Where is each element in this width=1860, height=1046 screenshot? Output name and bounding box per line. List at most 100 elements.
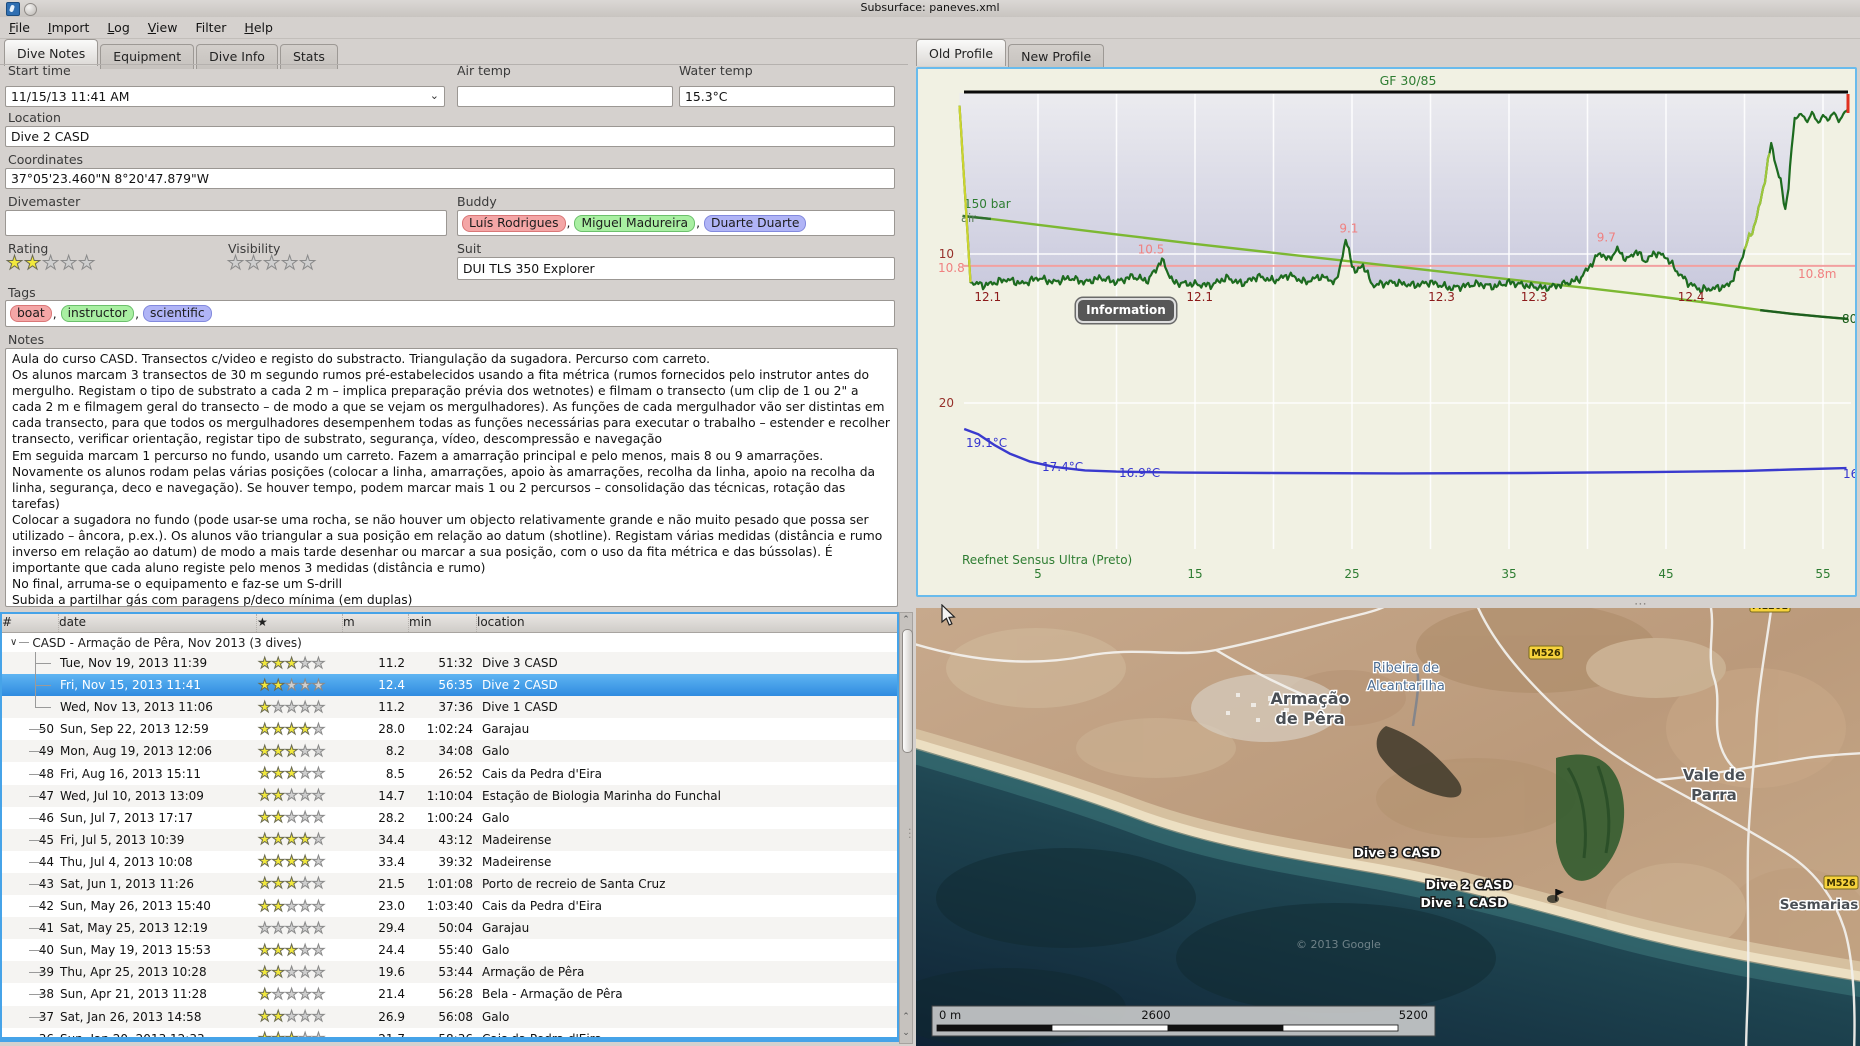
dive-depth: 28.0 (378, 722, 405, 737)
dive-date: Tue, Nov 19, 2013 11:39 (60, 656, 208, 671)
dive-duration: 56:28 (438, 987, 473, 1002)
tab-equipment[interactable]: Equipment (100, 44, 195, 69)
tags-input[interactable]: boat, instructor, scientific (5, 300, 895, 327)
vertical-splitter-handle[interactable]: · · · (908, 824, 912, 843)
tag-pill[interactable]: boat (10, 305, 52, 322)
dive-list-header[interactable]: # date ★ m min location (2, 614, 897, 633)
title-bar[interactable]: Subsurface: paneves.xml (0, 0, 1860, 17)
scroll-down-icon[interactable]: ⌄ (901, 1027, 911, 1040)
table-row[interactable]: 44 Thu, Jul 4, 2013 10:08 ★★★★★ 33.4 39:32 Ma… (2, 851, 897, 873)
table-row[interactable]: 46 Sun, Jul 7, 2013 17:17 ★★★★★ 28.2 1:00:24… (2, 807, 897, 829)
tab-dive-info[interactable]: Dive Info (196, 44, 278, 69)
table-row[interactable]: 41 Sat, May 25, 2013 12:19 ★★★★★ 29.4 50:04 G… (2, 917, 897, 940)
table-row[interactable]: 37 Sat, Jan 26, 2013 14:58 ★★★★★ 26.9 56:08 G… (2, 1005, 897, 1028)
start-time-input[interactable] (5, 86, 445, 107)
menu-item-log[interactable]: Log (98, 17, 138, 35)
table-row[interactable]: 42 Sun, May 26, 2013 15:40 ★★★★★ 23.0 1:03:4… (2, 895, 897, 917)
table-row-selected[interactable]: Fri, Nov 15, 2013 11:41 ★★★★★ 12.4 56:35 Div… (2, 674, 897, 697)
buddy-pill[interactable]: Duarte Duarte (704, 214, 807, 232)
table-row[interactable]: Wed, Nov 13, 2013 11:06 ★★★★★ 11.2 37:36 Div… (2, 696, 897, 719)
place-label: Armação (1270, 689, 1349, 708)
dive-trip-group-row[interactable]: ∨ CASD - Armação de Pêra, Nov 2013 (3 div… (2, 633, 897, 652)
time-axis-tick: 15 (1187, 567, 1202, 581)
notes-textarea[interactable]: Aula do curso CASD. Transectos c/video e… (5, 348, 898, 607)
scroll-up2-icon[interactable]: ⌃ (901, 1011, 911, 1024)
rating-stars[interactable]: ★★★★★ (5, 253, 96, 273)
suit-input[interactable] (457, 257, 895, 280)
tab-dive-notes[interactable]: Dive Notes (4, 39, 99, 66)
table-row[interactable]: 36 Sun, Jan 20, 2013 12:33 ★★★★★ 21.7 58:36 C… (2, 1028, 897, 1042)
buddy-pill[interactable]: Luís Rodrigues (462, 214, 566, 232)
time-axis-tick: 25 (1344, 567, 1359, 581)
dive-rating: ★★★★★ (257, 653, 326, 672)
table-row[interactable]: 45 Fri, Jul 5, 2013 10:39 ★★★★★ 34.4 43:12 Ma… (2, 828, 897, 851)
dive-depth: 8.2 (385, 744, 405, 759)
tag-pill[interactable]: instructor (60, 305, 135, 322)
buddy-pill[interactable]: Miguel Madureira (574, 214, 696, 232)
coordinates-input[interactable] (5, 168, 895, 189)
dive-location: Galo (482, 810, 510, 825)
map-watermark: © 2013 Google (1296, 938, 1381, 951)
table-row[interactable]: Tue, Nov 19, 2013 11:39 ★★★★★ 11.2 51:32 Div… (2, 652, 897, 675)
table-row[interactable]: 48 Fri, Aug 16, 2013 15:11 ★★★★★ 8.5 26:52 Ca… (2, 762, 897, 784)
comma: , (135, 306, 139, 321)
dive-profile-chart: 10.8 10.8m 150 barair 80 19.1°C 17.4°C 16.9°C 1… (938, 73, 1855, 581)
max-depth-annotation: 12.3 (1428, 290, 1455, 304)
menu-bar: File Import Log View Filter Help (0, 17, 1860, 39)
table-row[interactable]: 40 Sun, May 19, 2013 15:53 ★★★★★ 24.4 55:40 G… (2, 939, 897, 961)
place-label: de Pêra (1275, 709, 1344, 728)
road-shield: M1261 (1749, 608, 1791, 613)
dive-location: Galo (482, 1009, 510, 1024)
map-panel[interactable]: Armação de Pêra Ribeira de Alcantarilha Vale… (916, 608, 1860, 1046)
visibility-stars[interactable]: ★★★★★ (226, 253, 317, 273)
dive-profile-panel[interactable]: 10.8 10.8m 150 barair 80 19.1°C 17.4°C 16.9°C 1… (916, 67, 1857, 597)
table-row[interactable]: 39 Thu, Apr 25, 2013 10:28 ★★★★★ 19.6 53:44 A… (2, 961, 897, 984)
column-header-m[interactable]: m (342, 614, 408, 632)
menu-item-file[interactable]: File (0, 17, 39, 35)
divemaster-input[interactable] (5, 210, 447, 236)
table-row[interactable]: 38 Sun, Apr 21, 2013 11:28 ★★★★★ 21.4 56:28 B… (2, 983, 897, 1005)
scrollbar-thumb[interactable] (901, 629, 913, 753)
menu-item-import[interactable]: Import (39, 17, 99, 35)
tab-stats[interactable]: Stats (279, 44, 338, 69)
dive-rating: ★★★★★ (258, 830, 326, 849)
dive-duration: 1:01:08 (426, 876, 473, 891)
information-box: Information (1076, 298, 1176, 323)
table-row[interactable]: 49 Mon, Aug 19, 2013 12:06 ★★★★★ 8.2 34:08 Ga… (2, 740, 897, 763)
water-temp-input[interactable] (679, 86, 895, 107)
dive-location: Cais da Pedra d'Eira (482, 1031, 602, 1042)
menu-item-view[interactable]: View (139, 17, 187, 35)
dive-rating: ★★★★★ (258, 896, 326, 915)
table-row[interactable]: 43 Sat, Jun 1, 2013 11:26 ★★★★★ 21.5 1:01:08… (2, 872, 897, 896)
buddy-input[interactable]: Luís Rodrigues, Miguel Madureira, Duarte D… (457, 210, 895, 236)
column-header-★[interactable]: ★ (256, 614, 342, 632)
scroll-up-icon[interactable]: ⌃ (901, 614, 911, 627)
table-row[interactable]: 47 Wed, Jul 10, 2013 13:09 ★★★★★ 14.7 1:10:0… (2, 784, 897, 807)
dive-rating: ★★★★★ (258, 675, 326, 694)
column-header-#[interactable]: # (2, 614, 58, 632)
column-header-location[interactable]: location (476, 614, 897, 632)
start-time-combo[interactable]: ⌄ (5, 86, 445, 107)
tab-new-profile[interactable]: New Profile (1008, 44, 1105, 69)
column-header-min[interactable]: min (408, 614, 476, 632)
collapse-chevron-icon[interactable]: ∨ (10, 637, 17, 648)
menu-item-help[interactable]: Help (235, 17, 282, 35)
chevron-down-icon[interactable]: ⌄ (430, 89, 439, 102)
trip-label: CASD - Armação de Pêra, Nov 2013 (3 dive… (32, 635, 302, 650)
location-input[interactable] (5, 126, 895, 147)
table-row[interactable]: 50 Sun, Sep 22, 2013 12:59 ★★★★★ 28.0 1:02:2… (2, 718, 897, 740)
dive-depth: 29.4 (378, 921, 405, 936)
divemaster-label: Divemaster (8, 194, 81, 209)
tab-old-profile[interactable]: Old Profile (916, 39, 1007, 66)
tag-pill[interactable]: scientific (142, 305, 212, 322)
dive-location: Garajau (482, 921, 530, 936)
temperature-line (963, 427, 1847, 475)
dive-rating: ★★★★★ (257, 940, 326, 959)
air-temp-input[interactable] (457, 86, 673, 107)
column-header-date[interactable]: date (58, 614, 256, 632)
dive-rating: ★★★★★ (258, 808, 326, 827)
dive-duration: 58:36 (438, 1031, 473, 1042)
menu-item-filter[interactable]: Filter (186, 17, 235, 35)
scale-mid-label: 2600 (1141, 1008, 1170, 1022)
tab-frame-line (0, 64, 908, 65)
